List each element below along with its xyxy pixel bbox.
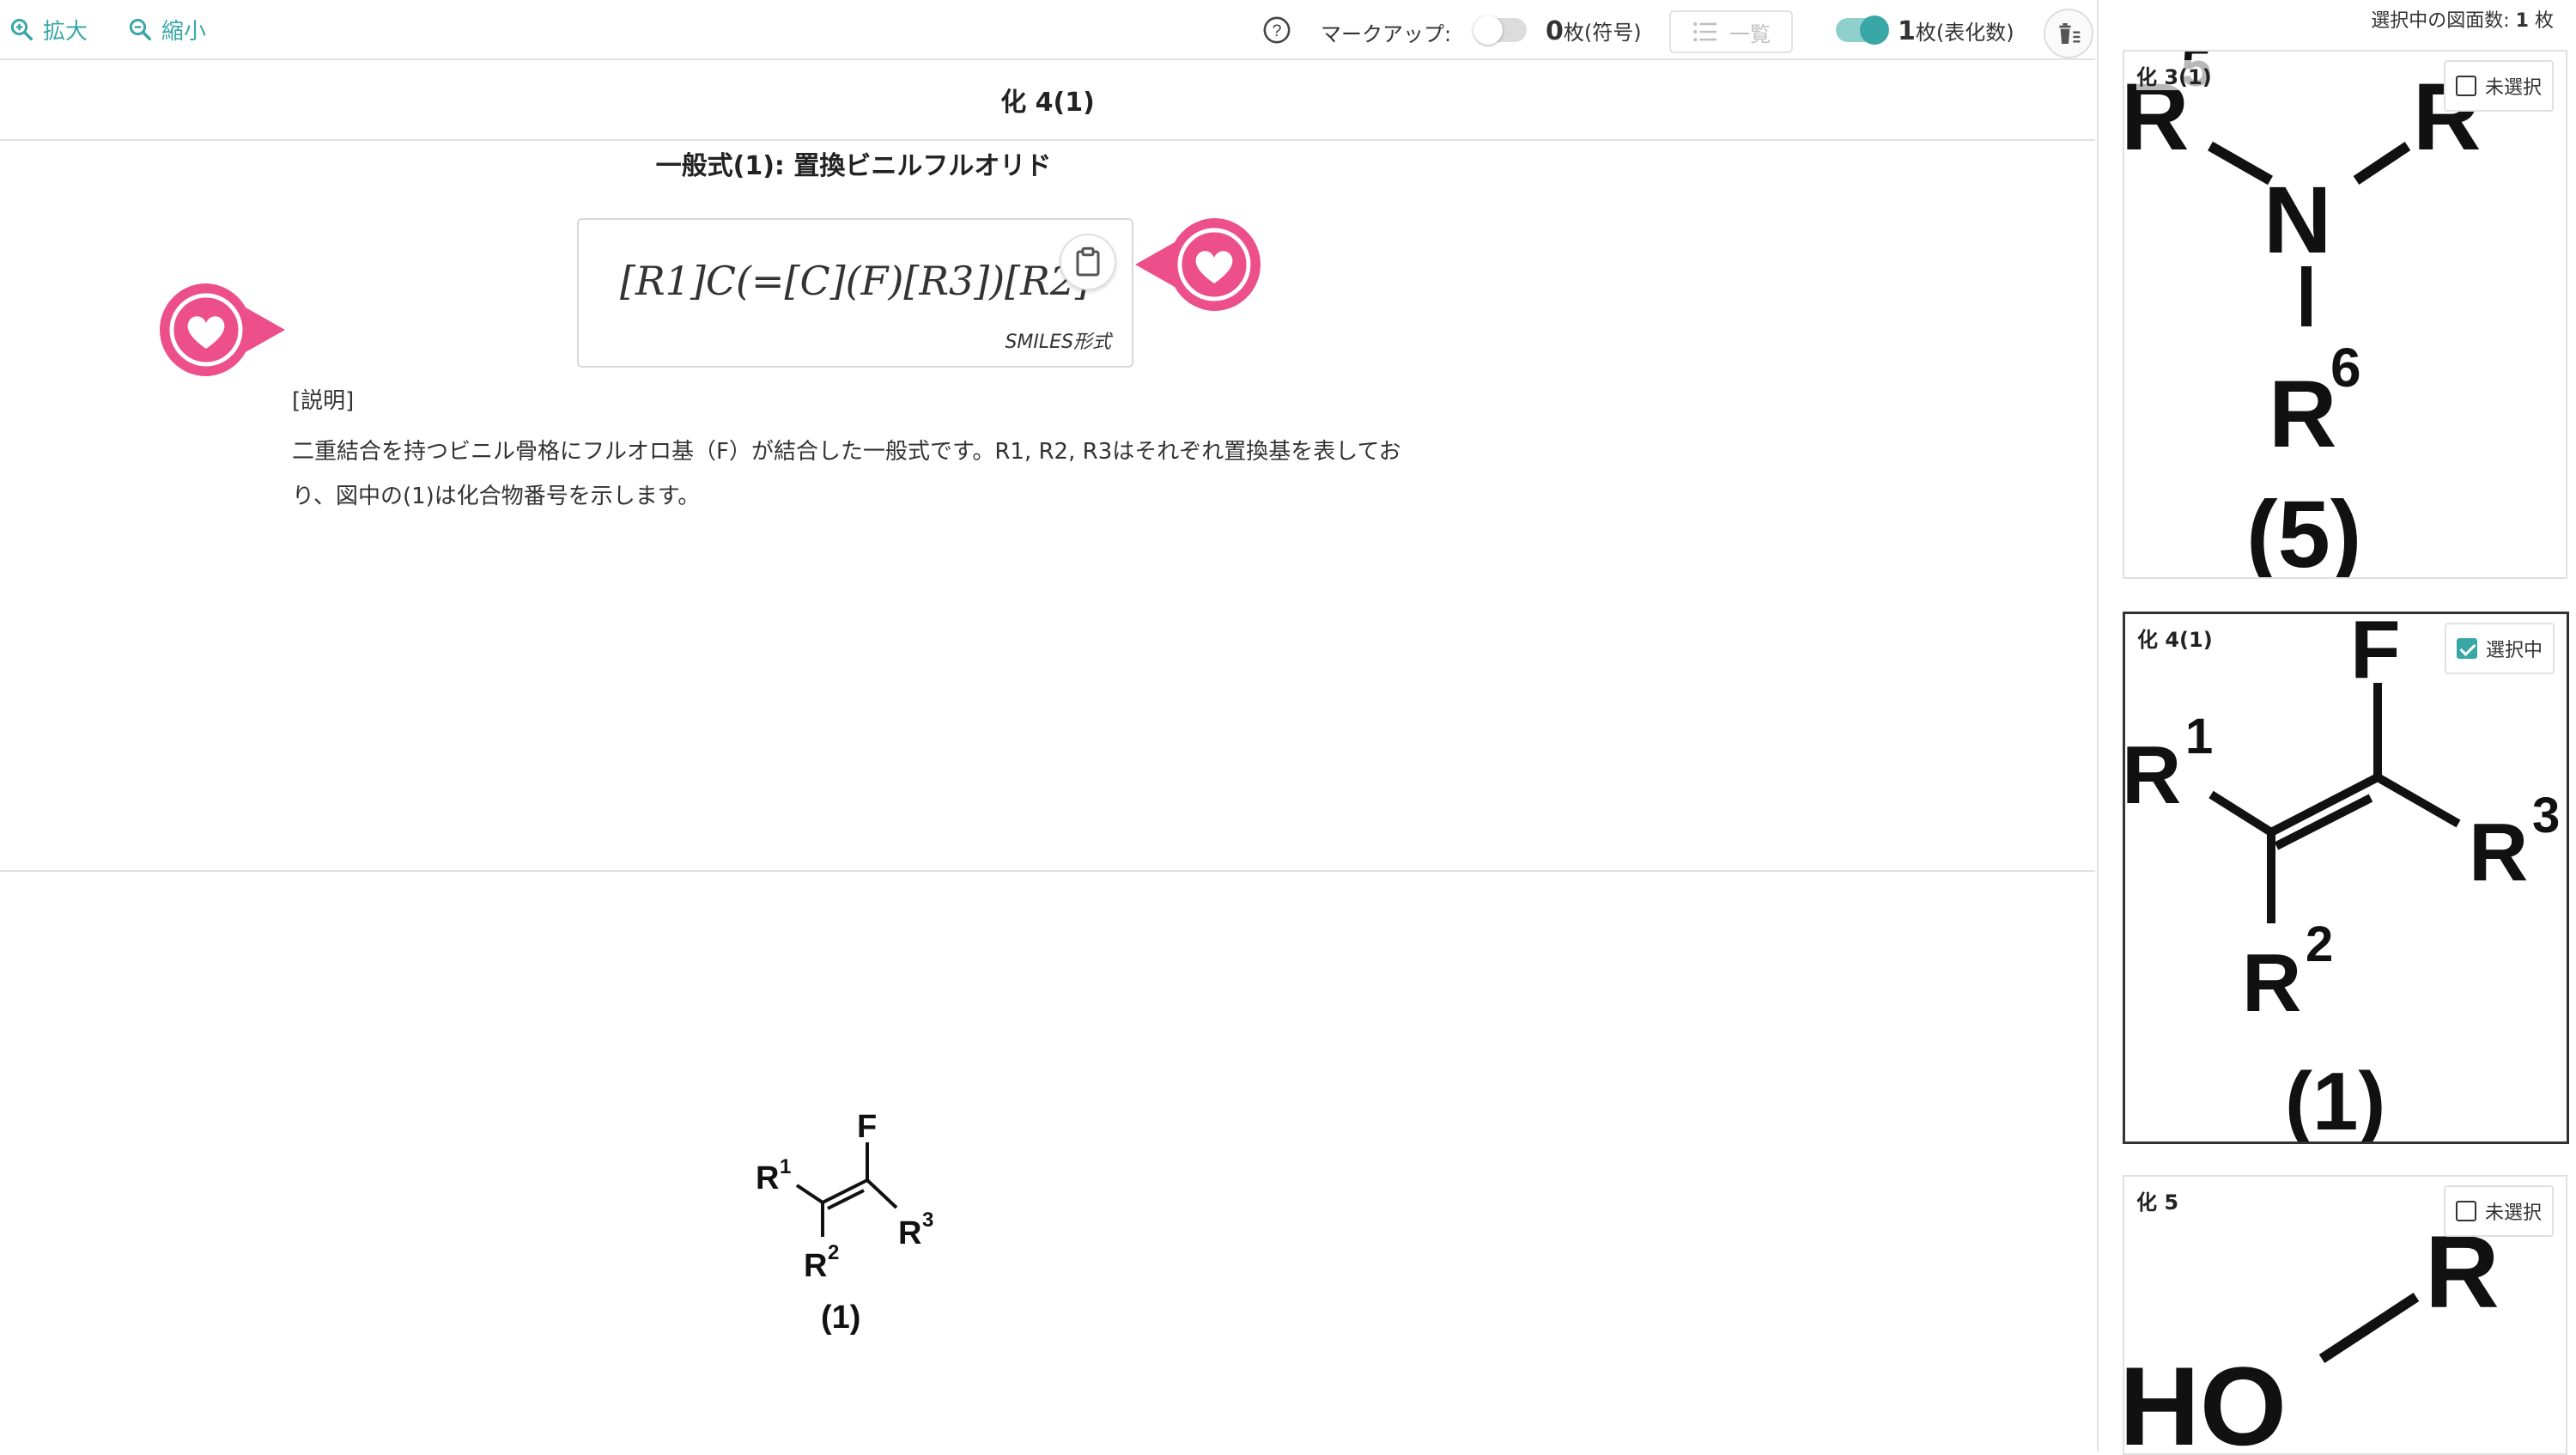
- atom-r2-sup: 2: [2306, 916, 2333, 972]
- smiles-format-label: SMILES形式: [1005, 332, 1111, 353]
- atom-f: F: [857, 1109, 877, 1145]
- toggle-knob: [1473, 15, 1503, 45]
- thumbnail-select-toggle[interactable]: 未選択: [2443, 60, 2554, 112]
- thumbnail-label: 化 4(1): [2137, 623, 2213, 653]
- figure-count: 1枚(表化数): [1898, 15, 2014, 46]
- atom-r3-sup: 3: [922, 1208, 933, 1232]
- symbol-count-value: 0: [1546, 16, 1564, 46]
- delete-button[interactable]: [2044, 9, 2093, 58]
- atom-r2: R: [804, 1248, 827, 1284]
- thumbnail-label: 化 3(1): [2136, 60, 2212, 90]
- trash-icon: [2059, 23, 2081, 44]
- list-icon: [1693, 21, 1716, 42]
- atom-r1: R: [2125, 729, 2181, 821]
- thumbnail-select-toggle[interactable]: 未選択: [2443, 1185, 2554, 1237]
- atom-r1-sup: 1: [2185, 709, 2213, 764]
- select-status: 選択中: [2485, 640, 2543, 661]
- thumbnail-card-selected[interactable]: F R 1 R 3 R 2 (1) 化 4(1) 選択中: [2123, 612, 2569, 1144]
- atom-r1: R: [756, 1160, 779, 1196]
- clipboard-icon: [1076, 247, 1100, 277]
- heart-marker-left[interactable]: [155, 280, 292, 380]
- symbol-count: 0枚(符号): [1546, 15, 1642, 46]
- atom-r2: R: [2242, 937, 2301, 1029]
- zoom-in-button[interactable]: 拡大: [9, 12, 88, 46]
- thumbnail-card[interactable]: R 5 R N R 6 (5) 化 3(1) 未選択: [2123, 50, 2567, 579]
- checkbox[interactable]: [2455, 1201, 2476, 1221]
- atom-r3: R: [898, 1215, 921, 1251]
- symbol-count-unit: 枚(符号): [1563, 21, 1642, 45]
- checkbox-checked[interactable]: [2456, 638, 2477, 659]
- atom-n: N: [2263, 167, 2331, 273]
- thumbnail-select-toggle[interactable]: 選択中: [2444, 623, 2555, 674]
- atom-r-bottom: R: [2269, 362, 2336, 467]
- atom-r2-sup: 2: [828, 1241, 839, 1264]
- atom-r-bottom-sup: 6: [2330, 337, 2361, 399]
- checkbox[interactable]: [2455, 76, 2476, 96]
- thumbnail-card[interactable]: R HO 化 5 未選択: [2123, 1175, 2567, 1455]
- sidebar-divider: [2097, 0, 2099, 1452]
- compound-number: (5): [2246, 482, 2361, 577]
- selected-count: 選択中の図面数: 1 枚: [2371, 5, 2554, 33]
- section-divider: [0, 870, 2095, 872]
- heart-marker-right[interactable]: [1128, 215, 1266, 314]
- help-icon[interactable]: ?: [1262, 15, 1291, 45]
- thumbnail-label: 化 5: [2136, 1185, 2179, 1215]
- zoom-out-button[interactable]: 縮小: [127, 12, 206, 46]
- thumbnail-structure: R 5 R N R 6 (5): [2124, 52, 2481, 577]
- description-heading: [説明]: [292, 388, 355, 414]
- figure-count-unit: 枚(表化数): [1915, 21, 2014, 45]
- atom-ho: HO: [2124, 1343, 2287, 1453]
- atom-r3: R: [2469, 807, 2528, 898]
- selected-count-value: 1: [2515, 10, 2529, 32]
- thumbnail-structure: F R 1 R 3 R 2 (1): [2125, 614, 2560, 1141]
- page-title: 化 4(1): [0, 60, 2095, 141]
- select-status: 未選択: [2484, 1202, 2542, 1224]
- figure-count-value: 1: [1898, 16, 1916, 46]
- zoom-out-label: 縮小: [161, 18, 207, 45]
- formula-title: 一般式(1): 置換ビニルフルオリド: [655, 151, 1052, 181]
- compound-number: (1): [2285, 1056, 2385, 1141]
- zoom-out-icon: [129, 18, 151, 40]
- list-label: 一覧: [1729, 21, 1771, 46]
- compound-number: (1): [821, 1300, 860, 1336]
- select-status: 未選択: [2484, 77, 2542, 99]
- smiles-text[interactable]: [R1]C(=[C](F)[R3])[R2]: [579, 258, 1132, 304]
- copy-button[interactable]: [1060, 234, 1116, 290]
- smiles-box: [R1]C(=[C](F)[R3])[R2] SMILES形式: [577, 218, 1133, 368]
- selected-count-suffix: 枚: [2534, 10, 2554, 32]
- svg-text:?: ?: [1272, 21, 1281, 40]
- zoom-in-icon: [10, 18, 33, 40]
- markup-toggle[interactable]: [1473, 15, 1527, 45]
- figure-toggle[interactable]: [1836, 15, 1889, 45]
- toolbar: 拡大 縮小 ? マークアップ: 0枚(符号) 一覧 1枚(表化数): [0, 0, 2095, 60]
- zoom-in-label: 拡大: [43, 18, 88, 45]
- list-button[interactable]: 一覧: [1669, 10, 1793, 53]
- description-text: 二重結合を持つビニル骨格にフルオロ基（F）が結合した一般式です。R1, R2, …: [292, 439, 1401, 509]
- atom-r3-sup: 3: [2532, 788, 2560, 843]
- toggle-knob: [1860, 15, 1889, 45]
- structure-image: F R 1 R 3 R 2 (1): [756, 1109, 933, 1336]
- markup-label: マークアップ:: [1321, 22, 1452, 46]
- selected-count-prefix: 選択中の図面数:: [2371, 10, 2510, 32]
- atom-r1-sup: 1: [780, 1155, 791, 1178]
